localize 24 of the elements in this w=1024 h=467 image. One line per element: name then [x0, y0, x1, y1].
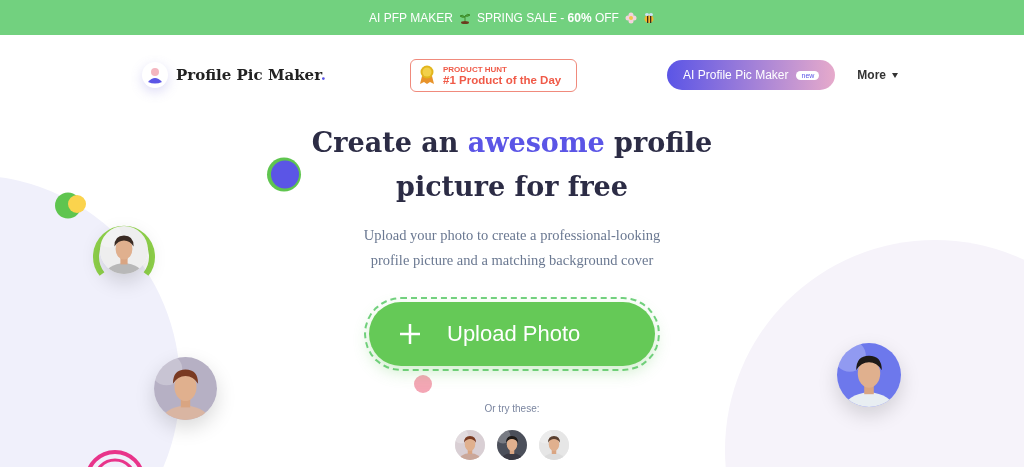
badge-title: #1 Product of the Day: [443, 73, 562, 86]
hero-title: Create an awesome profile picture for free: [310, 126, 714, 204]
sprout-icon: [458, 11, 471, 24]
banner-text: SPRING SALE - 60% OFF: [476, 10, 619, 25]
dot-icon: [414, 375, 432, 393]
try-label: Or try these:: [484, 403, 540, 414]
sample-photo[interactable]: [497, 430, 527, 460]
product-hunt-badge[interactable]: PRODUCT HUNT #1 Product of the Day: [410, 58, 577, 92]
badge-eyebrow: PRODUCT HUNT: [443, 64, 508, 74]
more-menu[interactable]: More: [851, 67, 904, 83]
banner-text: AI PFP MAKER: [369, 10, 453, 25]
hero-subtitle: Upload your photo to create a professional-looking profile picture and a matching background cover: [362, 226, 662, 270]
sample-photo[interactable]: [455, 430, 485, 460]
bee-icon: [642, 11, 655, 24]
medal-icon: [419, 65, 435, 85]
flower-icon: [624, 11, 637, 24]
dots-icon: [266, 157, 303, 192]
user-icon: [142, 62, 168, 88]
caret-icon: [892, 72, 898, 78]
sample-photo[interactable]: [539, 430, 569, 460]
logo-text[interactable]: Profile Pic Maker.: [176, 66, 326, 84]
spiral-icon: [86, 450, 144, 467]
plus-icon: [399, 323, 421, 345]
dots-icon: [55, 192, 87, 219]
